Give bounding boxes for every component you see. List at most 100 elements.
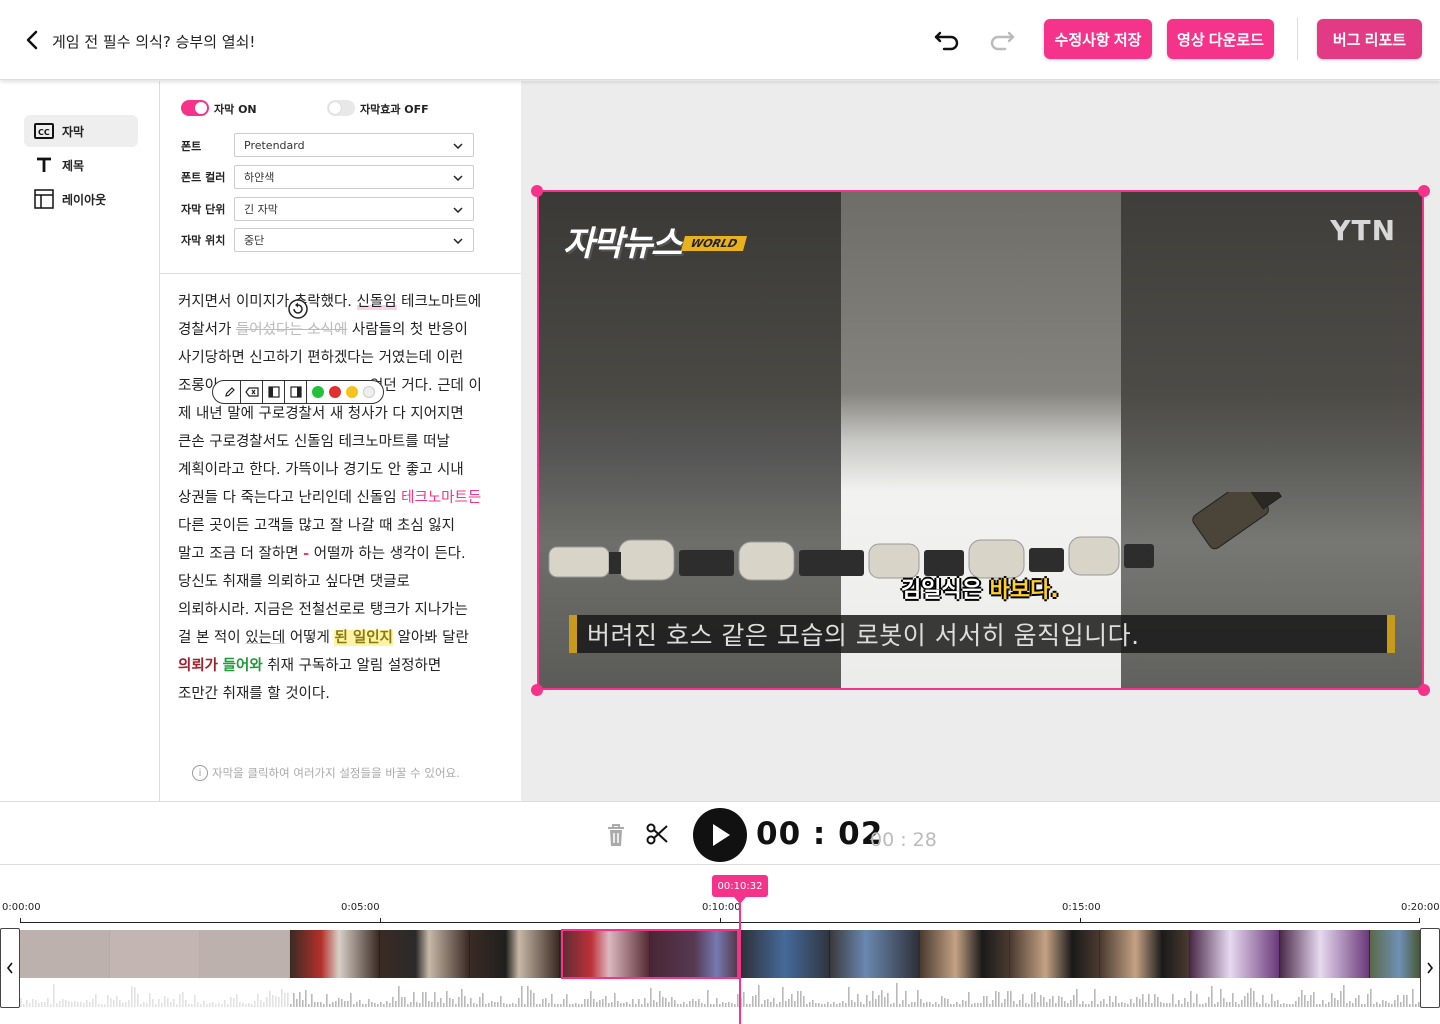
waveform-bar: [251, 1004, 253, 1007]
transcript-text: 말고 조금 더 잘하면: [178, 546, 304, 562]
waveform-bar: [701, 1003, 703, 1007]
transcript-line[interactable]: 의뢰하시라. 지금은 전철선로로 탱크가 지나가는: [178, 596, 508, 624]
waveform-bar: [287, 993, 289, 1007]
resize-handle-bottom-right[interactable]: [1418, 684, 1430, 696]
font-select[interactable]: Pretendard: [234, 133, 474, 157]
resize-handle-bottom-left[interactable]: [531, 684, 543, 696]
waveform-bar: [728, 1002, 730, 1007]
waveform-bar: [638, 999, 640, 1007]
transcript-line[interactable]: 커지면서 이미지가 추락했다. 신돌임 테크노마트에: [178, 288, 508, 316]
transcript-line[interactable]: 말고 조금 더 잘하면 - 어떨까 하는 생각이 든다.: [178, 540, 508, 568]
waveform-bar: [113, 1000, 115, 1007]
color-swatch-red[interactable]: [329, 386, 341, 398]
underlined-word[interactable]: 있는데: [245, 630, 285, 646]
transcript-line[interactable]: 큰손 구로경찰서도 신돌임 테크노마트를 떠날: [178, 428, 508, 456]
waveform-bar: [1196, 994, 1198, 1007]
transcript-line[interactable]: 사기당하면 신고하기 편하겠다는 거였는데 이런: [178, 344, 508, 372]
waveform-bar: [1040, 995, 1042, 1007]
color-swatch-yellow[interactable]: [346, 386, 358, 398]
timeline[interactable]: 0:00:00 0:05:00 0:10:00 0:15:00 0:20:00 …: [0, 866, 1440, 1024]
highlighted-word[interactable]: 된 일인지: [334, 630, 393, 646]
playhead-line[interactable]: [739, 897, 741, 1024]
waveform-bar: [197, 1002, 199, 1007]
waveform-bar: [1184, 998, 1186, 1007]
transcript-line[interactable]: 조만간 취재를 할 것이다.: [178, 680, 508, 708]
waveform-bar: [938, 1004, 940, 1007]
back-arrow-icon[interactable]: [22, 28, 44, 52]
transcript-line[interactable]: 경찰서가 들어섰다는 소식에 사람들의 첫 반응이: [178, 316, 508, 344]
erase-icon[interactable]: [241, 381, 263, 403]
colored-word[interactable]: 테크노마트든: [401, 490, 481, 506]
edit-icon[interactable]: [219, 381, 241, 403]
waveform-bar: [506, 1004, 508, 1007]
thumbnail-frame: [1370, 930, 1420, 978]
subtitle-position-select[interactable]: 중단: [234, 228, 474, 252]
split-left-icon[interactable]: [263, 381, 285, 403]
colored-word[interactable]: 들어와: [223, 658, 263, 674]
subtitle-effect-toggle[interactable]: [327, 100, 355, 116]
thumbnail-frame: [1100, 930, 1190, 978]
resize-handle-top-right[interactable]: [1418, 185, 1430, 197]
waveform-bar: [734, 1004, 736, 1007]
split-right-icon[interactable]: [285, 381, 307, 403]
transcript-line[interactable]: 당신도 취재를 의뢰하고 싶다면 댓글로: [178, 568, 508, 596]
highlighted-word[interactable]: 신돌임: [356, 294, 397, 310]
waveform-bar: [71, 1002, 73, 1007]
deleted-text[interactable]: 들어섰다는 소식에: [236, 322, 347, 338]
trash-icon[interactable]: [604, 822, 628, 848]
save-changes-button[interactable]: 수정사항 저장: [1044, 19, 1152, 59]
chevron-left-icon[interactable]: [0, 928, 20, 1008]
redo-icon[interactable]: [987, 26, 1017, 54]
subtitle-toggle[interactable]: [181, 100, 209, 116]
chevron-right-icon[interactable]: [1420, 928, 1440, 1008]
waveform-bar: [905, 991, 907, 1007]
waveform-bar: [479, 997, 481, 1007]
waveform-bar: [122, 1003, 124, 1007]
waveform-bar: [1019, 1000, 1021, 1007]
sidebar-item-layout[interactable]: 레이아웃: [24, 183, 138, 215]
transcript-line[interactable]: 걸 본 적이 있는데 어떻게 된 일인지 알아봐 달란: [178, 624, 508, 652]
transcript-editor[interactable]: 커지면서 이미지가 추락했다. 신돌임 테크노마트에 경찰서가 들어섰다는 소식…: [178, 288, 508, 708]
waveform-bar: [290, 1004, 292, 1007]
waveform-bar: [1352, 1003, 1354, 1007]
transcript-line[interactable]: 다른 곳이든 고객들 많고 잘 나갈 때 초심 잃지: [178, 512, 508, 540]
waveform-bar: [245, 1004, 247, 1007]
sidebar-item-subtitles[interactable]: CC 자막: [24, 115, 138, 147]
download-video-button[interactable]: 영상 다운로드: [1167, 19, 1274, 59]
scissors-icon[interactable]: [645, 821, 671, 847]
colored-word[interactable]: 의뢰가: [178, 658, 218, 674]
transcript-line[interactable]: 계획이라고 한다. 가뜩이나 경기도 안 좋고 시내: [178, 456, 508, 484]
waveform-bar: [311, 994, 313, 1007]
rotate-icon[interactable]: [286, 297, 310, 321]
subtitle-unit-select[interactable]: 긴 자막: [234, 197, 474, 221]
transcript-line[interactable]: 제 내년 말에 구로경찰서 새 청사가 다 지어지면: [178, 400, 508, 428]
resize-handle-top-left[interactable]: [531, 185, 543, 197]
waveform-bar: [536, 1004, 538, 1007]
playhead-time[interactable]: 00:10:32: [712, 875, 768, 897]
font-color-select[interactable]: 하얀색: [234, 165, 474, 189]
play-button[interactable]: [693, 808, 747, 862]
transcript-line[interactable]: 상권들 다 죽는다고 난리인데 신돌임 테크노마트든: [178, 484, 508, 512]
waveform-bar: [746, 1004, 748, 1007]
waveform-bar: [1061, 997, 1063, 1007]
video-subtitle[interactable]: 김일식은 바보다.: [901, 572, 1059, 604]
undo-icon[interactable]: [932, 26, 962, 54]
waveform-bar: [92, 999, 94, 1007]
waveform-bar: [194, 995, 196, 1007]
waveform-bar: [1376, 1002, 1378, 1007]
waveform-bar: [1412, 989, 1414, 1007]
waveform-bar: [773, 998, 775, 1007]
waveform-bar: [407, 1004, 409, 1007]
waveform-bar: [950, 1004, 952, 1007]
transcript-line[interactable]: 의뢰가 들어와 취재 구독하고 알림 설정하면: [178, 652, 508, 680]
color-swatch-white[interactable]: [363, 386, 375, 398]
waveform-bar: [488, 1003, 490, 1007]
selected-clip-region[interactable]: [561, 929, 739, 979]
waveform-bar: [671, 997, 673, 1007]
color-swatch-green[interactable]: [312, 386, 324, 398]
waveform-bar: [1370, 989, 1372, 1007]
bug-report-button[interactable]: 버그 리포트: [1317, 19, 1422, 59]
waveform-bar: [590, 991, 592, 1007]
sidebar-item-title[interactable]: 제목: [24, 149, 138, 181]
video-preview[interactable]: 자막뉴스 WORLD YTN 김일식은 바보다. 버려진 호스 같은 모습의 로…: [537, 190, 1424, 690]
